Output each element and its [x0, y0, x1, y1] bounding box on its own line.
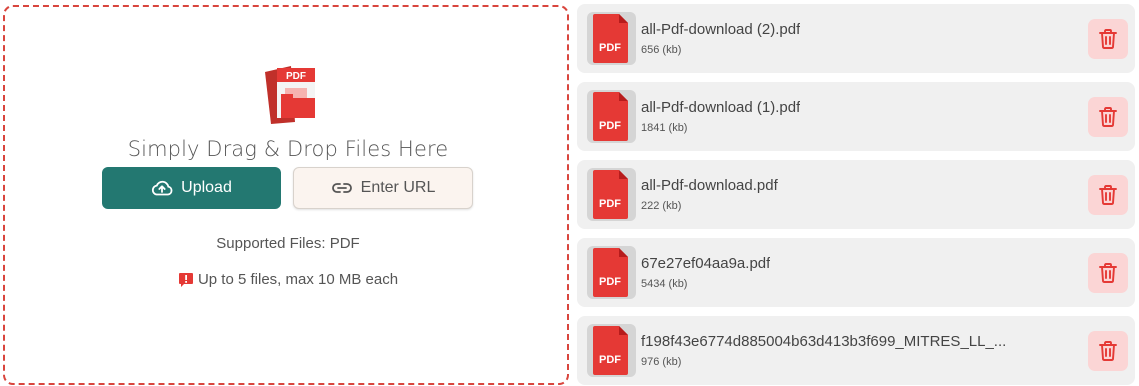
pdf-file-icon: PDF — [587, 168, 636, 221]
file-badge: PDF — [599, 120, 621, 132]
trash-icon — [1099, 29, 1117, 49]
pdf-file-icon: PDF — [587, 12, 636, 65]
file-badge: PDF — [599, 198, 621, 210]
file-item: PDF f198f43e6774d885004b63d413b3f699_MIT… — [577, 316, 1135, 385]
file-item: PDF all-Pdf-download (1).pdf 1841 (kb) — [577, 82, 1135, 151]
pdf-file-icon: PDF — [587, 246, 636, 299]
pdf-logo-icon: PDF — [265, 66, 315, 124]
file-limit-text: Up to 5 files, max 10 MB each — [197, 271, 399, 288]
trash-icon — [1099, 185, 1117, 205]
cloud-upload-icon — [152, 180, 173, 196]
trash-icon — [1099, 107, 1117, 127]
file-badge: PDF — [599, 42, 621, 54]
delete-file-button[interactable] — [1088, 331, 1128, 371]
file-name: all-Pdf-download (2).pdf — [641, 21, 801, 38]
logo-text: PDF — [286, 71, 306, 82]
file-item: PDF all-Pdf-download (2).pdf 656 (kb) — [577, 4, 1135, 73]
file-dropzone[interactable]: PDF Simply Drag & Drop Files Here Upload… — [3, 5, 569, 385]
delete-file-button[interactable] — [1088, 175, 1128, 215]
file-size: 656 (kb) — [641, 44, 682, 56]
enter-url-button[interactable]: Enter URL — [293, 167, 473, 209]
enter-url-label: Enter URL — [360, 179, 436, 196]
file-badge: PDF — [599, 276, 621, 288]
file-item: PDF 67e27ef04aa9a.pdf 5434 (kb) — [577, 238, 1135, 307]
link-icon — [331, 183, 352, 193]
dropzone-title: Simply Drag & Drop Files Here — [127, 137, 449, 161]
file-limit-note: Up to 5 files, max 10 MB each — [5, 271, 571, 288]
file-name: all-Pdf-download (1).pdf — [641, 99, 801, 116]
pdf-file-icon: PDF — [587, 90, 636, 143]
file-size: 976 (kb) — [641, 356, 682, 368]
upload-label: Upload — [181, 179, 232, 196]
file-name: 67e27ef04aa9a.pdf — [641, 255, 771, 272]
file-name: f198f43e6774d885004b63d413b3f699_MITRES_… — [641, 333, 1007, 350]
supported-files-text: Supported Files: PDF — [216, 235, 360, 252]
file-size: 222 (kb) — [641, 200, 682, 212]
delete-file-button[interactable] — [1088, 97, 1128, 137]
trash-icon — [1099, 263, 1117, 283]
delete-file-button[interactable] — [1088, 19, 1128, 59]
file-size: 5434 (kb) — [641, 278, 688, 290]
upload-button[interactable]: Upload — [102, 167, 281, 209]
file-item: PDF all-Pdf-download.pdf 222 (kb) — [577, 160, 1135, 229]
delete-file-button[interactable] — [1088, 253, 1128, 293]
warning-icon — [178, 272, 193, 287]
pdf-file-icon: PDF — [587, 324, 636, 377]
file-name: all-Pdf-download.pdf — [641, 177, 778, 194]
file-badge: PDF — [599, 354, 621, 366]
trash-icon — [1099, 341, 1117, 361]
file-size: 1841 (kb) — [641, 122, 688, 134]
